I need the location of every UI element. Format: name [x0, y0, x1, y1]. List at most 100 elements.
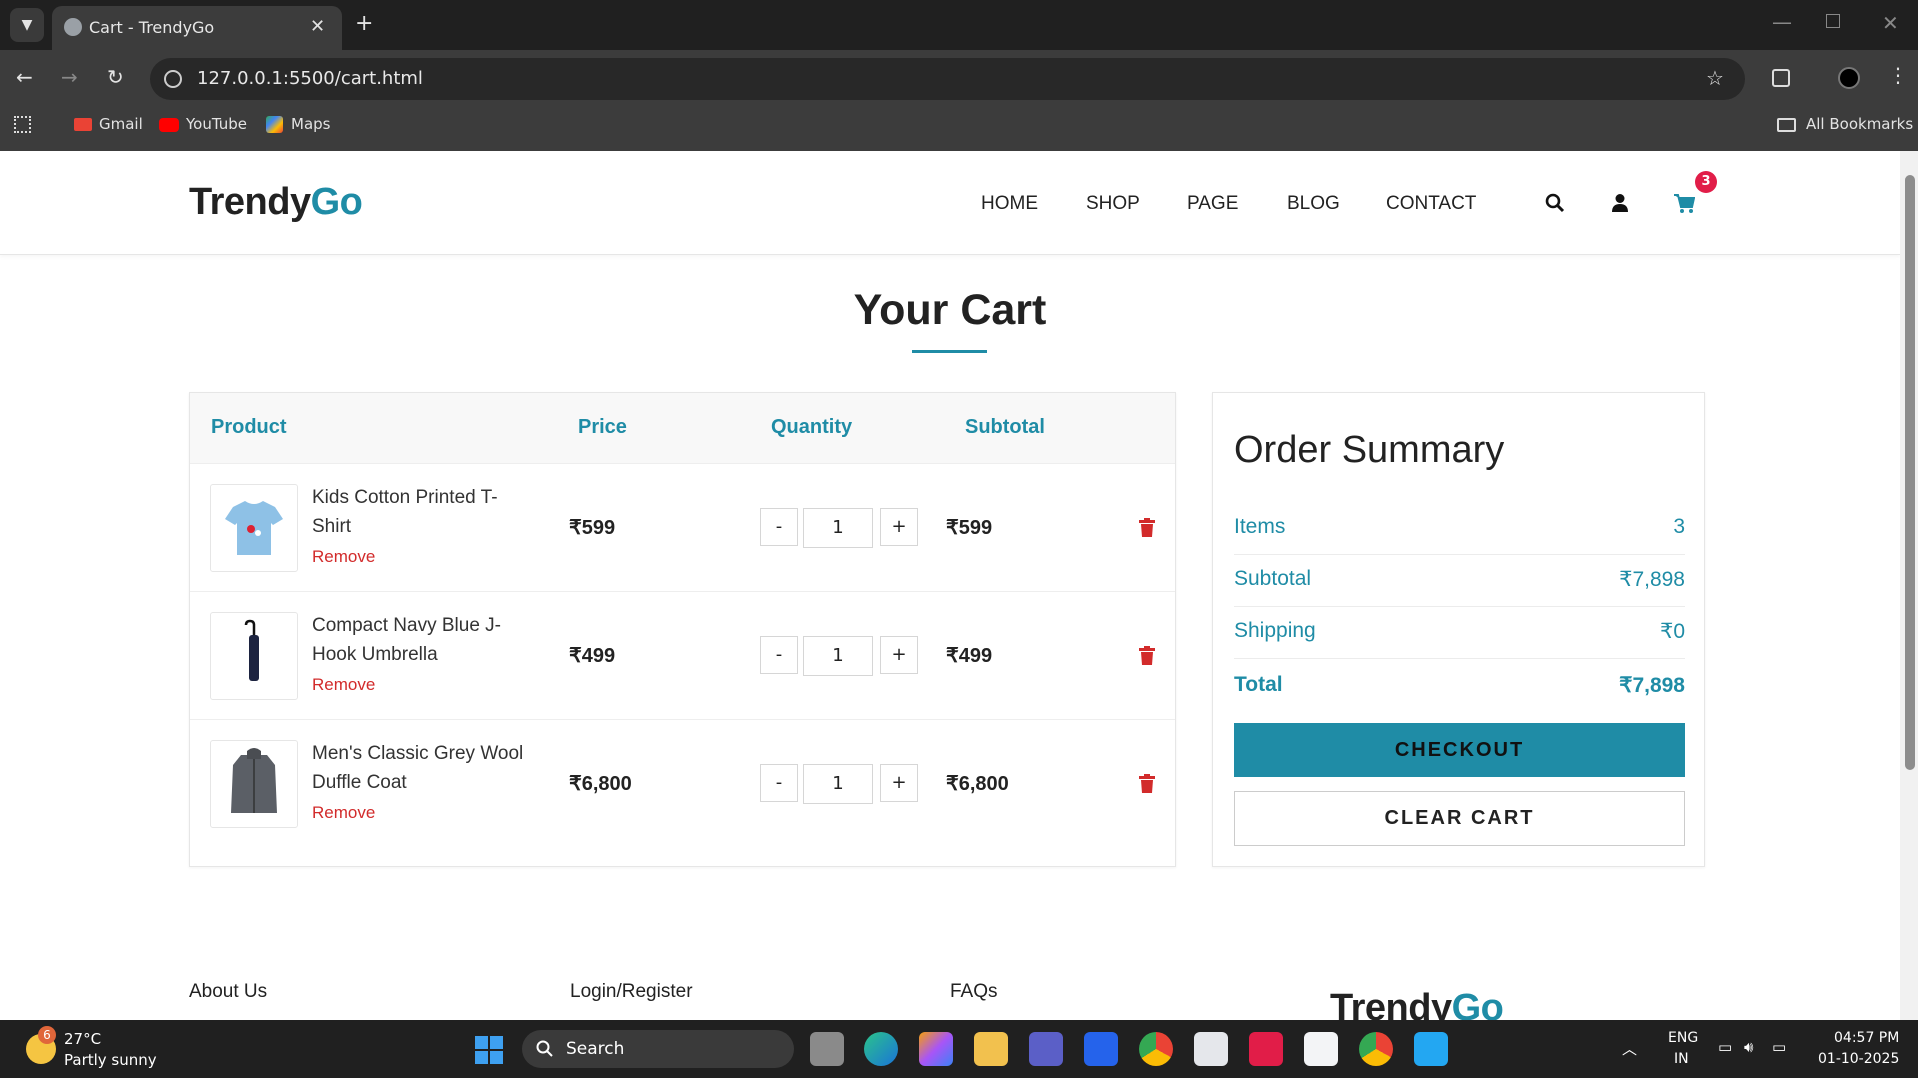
quantity-input[interactable]: 1	[803, 636, 873, 676]
nav-page[interactable]: PAGE	[1187, 193, 1238, 215]
profile-avatar[interactable]	[1838, 67, 1860, 89]
language-in[interactable]: IN	[1674, 1051, 1689, 1067]
network-icon[interactable]: ▭	[1718, 1038, 1732, 1056]
site-header: TrendyGo HOME SHOP PAGE BLOG CONTACT 3	[0, 151, 1900, 255]
close-tab-icon[interactable]: ✕	[310, 18, 325, 36]
footer-about-us[interactable]: About Us	[189, 981, 267, 1003]
task-view-icon[interactable]	[810, 1032, 844, 1066]
quantity-input[interactable]: 1	[803, 508, 873, 548]
product-image-tshirt[interactable]	[210, 484, 298, 572]
decrease-qty-button[interactable]: -	[760, 636, 798, 674]
increase-qty-button[interactable]: +	[880, 508, 918, 546]
search-icon	[536, 1040, 553, 1057]
nav-contact[interactable]: CONTACT	[1386, 193, 1476, 215]
decrease-qty-button[interactable]: -	[760, 508, 798, 546]
edge-icon[interactable]	[864, 1032, 898, 1066]
bookmark-youtube[interactable]: YouTube	[186, 115, 247, 133]
summary-shipping-row: Shipping ₹0	[1234, 607, 1685, 659]
battery-icon[interactable]: ▭	[1772, 1038, 1786, 1056]
site-logo[interactable]: TrendyGo	[189, 181, 363, 224]
clock-time[interactable]: 04:57 PM	[1834, 1030, 1899, 1046]
vscode-icon[interactable]	[1414, 1032, 1448, 1066]
site-info-icon[interactable]	[164, 70, 182, 88]
product-price: ₹499	[569, 645, 616, 667]
table-row: Kids Cotton Printed T-Shirt Remove ₹599 …	[190, 463, 1175, 591]
quantity-input[interactable]: 1	[803, 764, 873, 804]
cart-table: Product Price Quantity Subtotal Kids Cot…	[189, 392, 1176, 867]
increase-qty-button[interactable]: +	[880, 636, 918, 674]
subtotal-label: Subtotal	[1234, 567, 1312, 590]
nav-home[interactable]: HOME	[981, 193, 1038, 215]
product-name[interactable]: Men's Classic Grey Wool Duffle Coat	[312, 739, 532, 797]
store-icon[interactable]	[1194, 1032, 1228, 1066]
shipping-label: Shipping	[1234, 619, 1316, 642]
all-bookmarks[interactable]: All Bookmarks	[1806, 115, 1913, 133]
bookmark-gmail[interactable]: Gmail	[99, 115, 143, 133]
snipping-tool-icon[interactable]	[1304, 1032, 1338, 1066]
remove-link[interactable]: Remove	[312, 547, 375, 567]
increase-qty-button[interactable]: +	[880, 764, 918, 802]
address-bar[interactable]: 127.0.0.1:5500/cart.html ☆	[150, 58, 1745, 100]
footer-faqs[interactable]: FAQs	[950, 981, 998, 1003]
volume-icon[interactable]: 🔊︎	[1744, 1038, 1753, 1056]
header-subtotal: Subtotal	[965, 416, 1045, 438]
product-image-coat[interactable]	[210, 740, 298, 828]
product-image-umbrella[interactable]	[210, 612, 298, 700]
trash-icon[interactable]	[1139, 518, 1155, 537]
tab-search-icon[interactable]: ▼	[10, 8, 44, 42]
youtube-icon	[159, 118, 179, 132]
new-tab-icon[interactable]: +	[355, 13, 373, 35]
taskbar-search[interactable]: Search	[522, 1030, 794, 1068]
back-icon[interactable]: ←	[16, 67, 33, 87]
browser-tab[interactable]: Cart - TrendyGo ✕	[52, 6, 342, 50]
clock-date[interactable]: 01-10-2025	[1818, 1051, 1899, 1067]
bookmark-maps[interactable]: Maps	[291, 115, 330, 133]
menu-dots-icon[interactable]: ⋮	[1888, 65, 1908, 85]
footer-login-register[interactable]: Login/Register	[570, 981, 693, 1003]
table-header: Product Price Quantity Subtotal	[190, 393, 1175, 463]
total-label: Total	[1234, 673, 1283, 696]
windows-start-icon[interactable]	[475, 1036, 503, 1064]
remove-link[interactable]: Remove	[312, 675, 375, 695]
minimize-icon[interactable]: —	[1772, 12, 1792, 32]
copilot-icon[interactable]	[919, 1032, 953, 1066]
gmail-icon	[74, 118, 92, 131]
decrease-qty-button[interactable]: -	[760, 764, 798, 802]
trash-icon[interactable]	[1139, 646, 1155, 665]
chrome-profile-icon[interactable]	[1359, 1032, 1393, 1066]
apps-icon[interactable]	[14, 116, 31, 133]
language-eng[interactable]: ENG	[1668, 1030, 1698, 1046]
cart-icon[interactable]	[1673, 193, 1695, 213]
search-icon[interactable]	[1545, 193, 1565, 213]
footer-logo[interactable]: TrendyGo	[1330, 987, 1504, 1020]
restore-icon[interactable]	[1826, 14, 1840, 28]
file-explorer-icon[interactable]	[974, 1032, 1008, 1066]
forward-icon[interactable]: →	[61, 67, 78, 87]
wps-icon[interactable]	[1249, 1032, 1283, 1066]
weather-temp: 27°C	[64, 1030, 102, 1048]
row-subtotal: ₹6,800	[946, 773, 1009, 795]
remove-link[interactable]: Remove	[312, 803, 375, 823]
clear-cart-button[interactable]: CLEAR CART	[1234, 791, 1685, 846]
tray-chevron-icon[interactable]: ︿	[1622, 1038, 1637, 1059]
cart-count-badge: 3	[1695, 171, 1717, 193]
header-quantity: Quantity	[771, 416, 853, 438]
product-name[interactable]: Compact Navy Blue J-Hook Umbrella	[312, 611, 532, 669]
extensions-icon[interactable]	[1772, 69, 1790, 87]
reload-icon[interactable]: ↻	[107, 67, 124, 87]
nav-shop[interactable]: SHOP	[1086, 193, 1140, 215]
app-icon[interactable]	[1084, 1032, 1118, 1066]
row-subtotal: ₹499	[946, 645, 993, 667]
scrollbar-thumb[interactable]	[1905, 175, 1915, 770]
product-name[interactable]: Kids Cotton Printed T-Shirt	[312, 483, 532, 541]
bookmark-star-icon[interactable]: ☆	[1706, 68, 1724, 88]
close-window-icon[interactable]: ✕	[1882, 13, 1899, 33]
user-icon[interactable]	[1611, 193, 1629, 213]
page-viewport: TrendyGo HOME SHOP PAGE BLOG CONTACT 3 Y…	[0, 151, 1900, 1020]
logo-text-trendy: Trendy	[189, 181, 311, 223]
chrome-icon[interactable]	[1139, 1032, 1173, 1066]
checkout-button[interactable]: CHECKOUT	[1234, 723, 1685, 777]
teams-icon[interactable]	[1029, 1032, 1063, 1066]
trash-icon[interactable]	[1139, 774, 1155, 793]
nav-blog[interactable]: BLOG	[1287, 193, 1340, 215]
